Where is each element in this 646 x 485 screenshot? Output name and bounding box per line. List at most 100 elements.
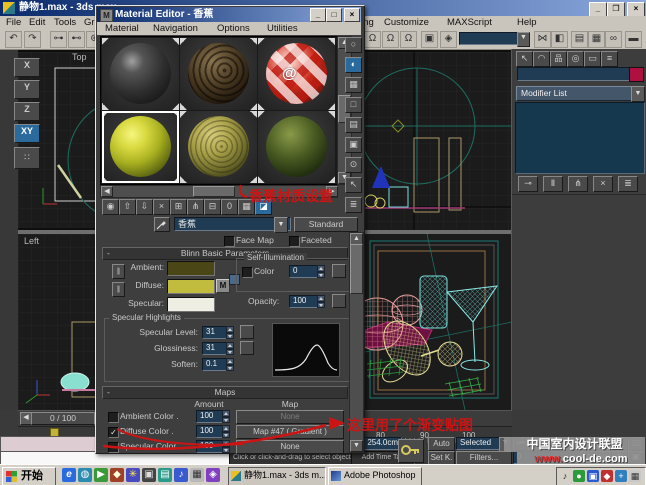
layer-manager-icon[interactable]: ▤	[571, 31, 588, 48]
material-options-icon[interactable]: ⊙	[345, 157, 362, 173]
make-unique-material-icon[interactable]: ⋔	[187, 199, 204, 215]
diffuse-map-button[interactable]: Map #47 ( Gradient )	[236, 425, 344, 439]
tab-create-icon[interactable]: ↖	[516, 51, 533, 67]
configure-stack-icon[interactable]: ≣	[618, 176, 638, 192]
material-type-button[interactable]: Standard	[294, 217, 358, 232]
set-key-button[interactable]: Set K.	[428, 451, 455, 465]
percent-snap-icon[interactable]: Ω	[400, 31, 417, 48]
me-menu-utilities[interactable]: Utilities	[267, 23, 298, 34]
glossiness-spinner[interactable]	[226, 342, 234, 355]
me-menu-navigation[interactable]: Navigation	[153, 23, 198, 34]
soften-field[interactable]: 0.1	[202, 358, 229, 371]
auto-key-button[interactable]: Auto	[428, 437, 455, 451]
self-illum-map-button[interactable]	[332, 264, 346, 278]
maps-rollout-header[interactable]: - Maps	[102, 386, 348, 399]
angle-snap-icon[interactable]: Ω	[382, 31, 399, 48]
menu-maxscript[interactable]: MAXScript	[447, 17, 492, 28]
face-map-checkbox[interactable]	[224, 236, 235, 247]
specular-map-checkbox[interactable]	[108, 442, 119, 453]
specular-map-button[interactable]: None	[236, 440, 344, 454]
material-name-dropdown-arrow[interactable]: ▼	[274, 217, 288, 233]
object-color-swatch[interactable]	[629, 67, 644, 82]
axis-y-button[interactable]: Y	[14, 80, 40, 99]
quick-launch-icon[interactable]: ◆	[110, 468, 124, 482]
close-icon[interactable]: ×	[627, 2, 645, 17]
sample-uv-tiling-icon[interactable]: □	[345, 97, 362, 113]
slot-horizontal-scrollbar[interactable]: ◀ ▶	[100, 185, 338, 198]
snap-toggle-icon[interactable]: Ω	[364, 31, 381, 48]
sample-type-icon[interactable]: ○	[345, 37, 362, 53]
key-filters-button[interactable]: Filters...	[456, 451, 512, 465]
self-illum-value-field[interactable]: 0	[289, 265, 320, 278]
tray-icon[interactable]: ◆	[601, 470, 613, 482]
ambient-amount-spinner[interactable]	[222, 410, 230, 423]
tray-icon[interactable]: ▣	[587, 470, 599, 482]
make-material-copy-icon[interactable]: ⊞	[170, 199, 187, 215]
make-preview-icon[interactable]: ▣	[345, 137, 362, 153]
diffuse-map-amount[interactable]: 100	[196, 425, 225, 438]
material-id-channel-icon[interactable]: 0	[221, 199, 238, 215]
menu-help[interactable]: Help	[517, 17, 537, 28]
quick-launch-icon[interactable]: ◍	[78, 468, 92, 482]
self-illum-color-checkbox[interactable]	[242, 267, 253, 278]
viewport-front-canvas[interactable]	[365, 52, 512, 230]
background-icon[interactable]: ▦	[345, 77, 362, 93]
slot-scroll-left-icon[interactable]: ◀	[101, 186, 113, 197]
restore-icon[interactable]: ❒	[607, 2, 625, 17]
quick-launch-icon[interactable]: ◈	[206, 468, 220, 482]
modifier-list-dropdown[interactable]: Modifier List	[516, 86, 636, 101]
mirror-icon[interactable]: ⋈	[534, 31, 551, 48]
slot-hscroll-thumb[interactable]	[193, 186, 235, 197]
quick-launch-icon[interactable]: ▣	[142, 468, 156, 482]
quick-launch-ie-icon[interactable]: e	[62, 468, 76, 482]
show-end-result-toggle-icon[interactable]: ◪	[255, 199, 272, 215]
specular-level-field[interactable]: 31	[202, 326, 229, 339]
opacity-map-button[interactable]	[332, 294, 346, 308]
tab-utilities-icon[interactable]: ≡	[601, 51, 618, 67]
quick-launch-icon[interactable]: ▤	[158, 468, 172, 482]
undo-icon[interactable]: ↶	[5, 31, 22, 48]
sample-slot[interactable]	[258, 111, 335, 183]
diffuse-amount-spinner[interactable]	[222, 425, 230, 438]
specular-level-map-button[interactable]	[240, 325, 254, 339]
glossiness-map-button[interactable]	[240, 341, 254, 355]
align-icon[interactable]: ◧	[551, 31, 568, 48]
viewport-top-label[interactable]: Top	[72, 52, 87, 62]
diffuse-color-swatch[interactable]	[167, 279, 215, 294]
start-button[interactable]: 开始	[2, 467, 56, 485]
tray-volume-icon[interactable]: ♪	[559, 470, 571, 482]
sample-slot[interactable]	[180, 111, 257, 183]
named-selection-dropdown[interactable]	[459, 32, 521, 45]
slot-scroll-right-icon[interactable]: ▶	[326, 186, 338, 197]
time-slider-handle[interactable]: 0 / 100	[31, 412, 95, 425]
object-name-field[interactable]	[517, 67, 630, 81]
schematic-view-icon[interactable]: ∞	[605, 31, 622, 48]
ambient-map-button[interactable]: None	[236, 410, 344, 424]
tab-motion-icon[interactable]: ◎	[567, 51, 584, 67]
make-unique-icon[interactable]: ⋔	[568, 176, 588, 192]
diffuse-map-shortcut-button[interactable]: M	[216, 279, 230, 293]
self-illum-spinner[interactable]	[317, 265, 325, 278]
viewport-perspective-canvas[interactable]	[365, 234, 512, 410]
sample-slot[interactable]: @	[258, 38, 335, 110]
render-scene-icon[interactable]: ▬	[625, 31, 642, 48]
specular-color-swatch[interactable]	[167, 297, 215, 312]
tray-icon[interactable]: +	[615, 470, 627, 482]
menu-tools[interactable]: Tools	[54, 17, 76, 28]
sample-slot[interactable]	[180, 38, 257, 110]
menu-edit[interactable]: Edit	[29, 17, 45, 28]
selection-filter-dropdown[interactable]: Selected	[456, 437, 503, 450]
axis-xy-button[interactable]: XY	[14, 124, 40, 143]
me-menu-material[interactable]: Material	[105, 23, 139, 34]
task-button-3dsmax[interactable]: 静物1.max - 3ds m...	[228, 467, 326, 485]
named-selection-dropdown-arrow[interactable]: ▼	[517, 32, 530, 47]
show-end-result-icon[interactable]: Ⅱ	[543, 176, 563, 192]
quick-launch-icon[interactable]: ✳	[126, 468, 140, 482]
keyboard-override-icon[interactable]: ◈	[440, 31, 457, 48]
put-material-to-scene-icon[interactable]: ⇧	[119, 199, 136, 215]
get-material-icon[interactable]: ◉	[102, 199, 119, 215]
params-scroll-thumb[interactable]	[350, 244, 363, 294]
opacity-spinner[interactable]	[317, 295, 325, 308]
me-menu-options[interactable]: Options	[217, 23, 250, 34]
menu-file[interactable]: File	[6, 17, 21, 28]
